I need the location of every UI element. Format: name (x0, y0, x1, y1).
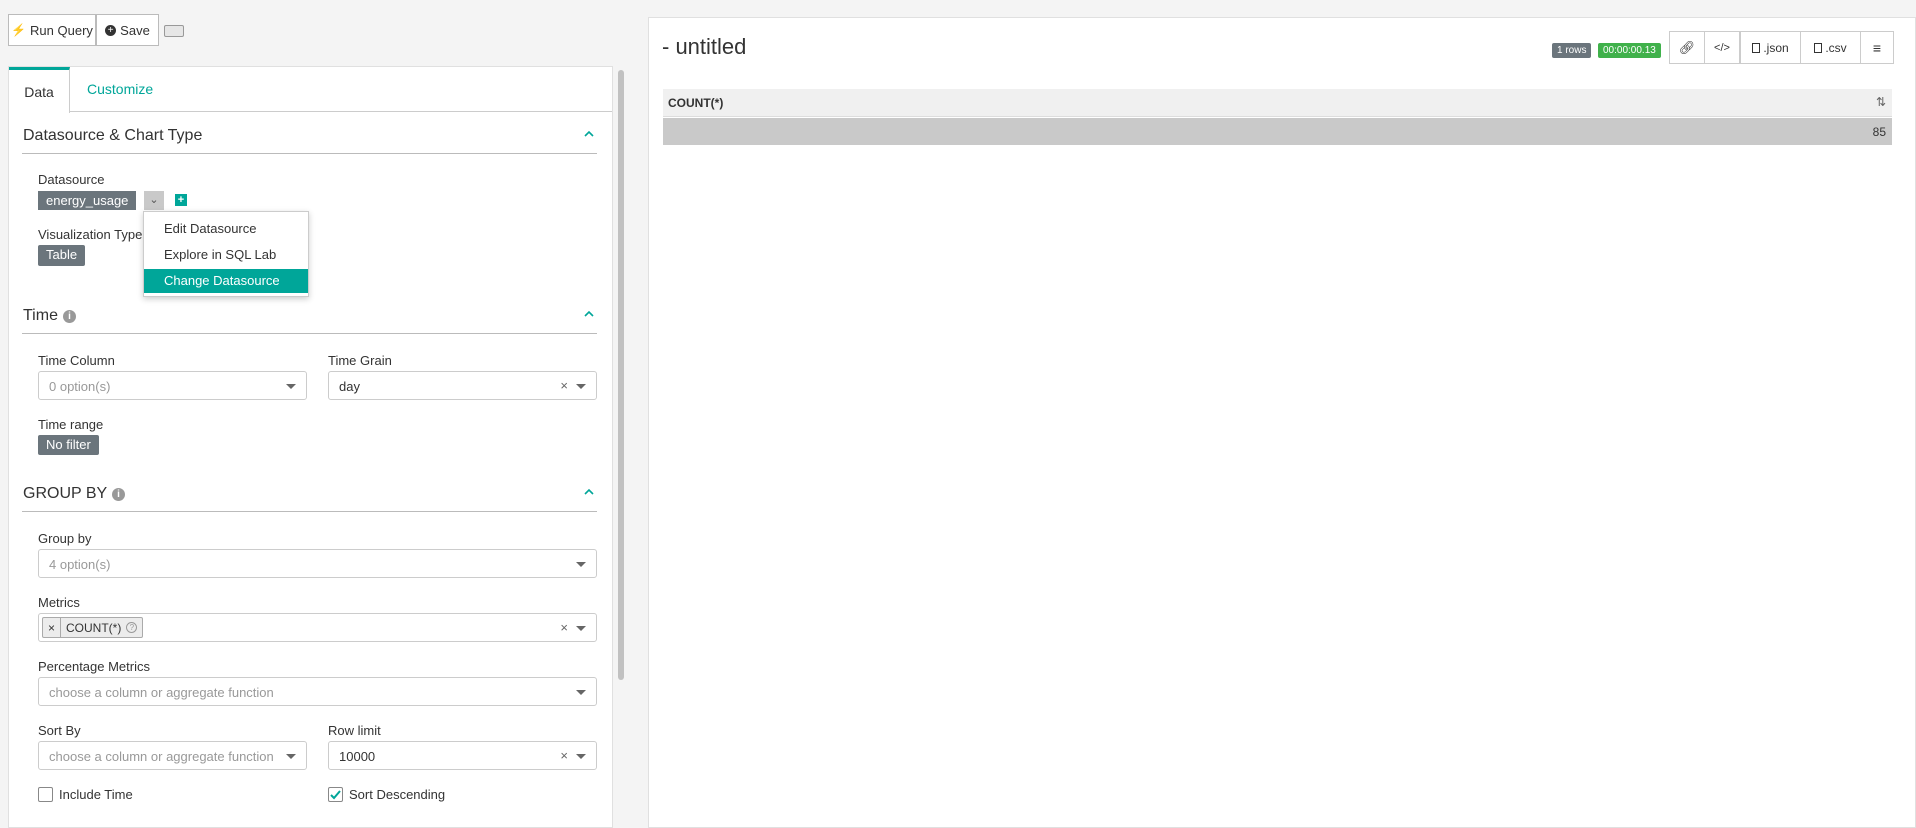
more-menu-button[interactable]: ≡ (1860, 31, 1894, 64)
group-by-label: Group by (38, 531, 92, 546)
csv-button[interactable]: .csv (1800, 31, 1861, 64)
time-range-chip[interactable]: No filter (38, 435, 99, 455)
link-icon: 🔗︎ (1678, 39, 1696, 55)
chart-title[interactable]: - untitled (662, 34, 746, 60)
link-button[interactable]: 🔗︎ (1669, 31, 1705, 64)
clear-icon[interactable]: × (560, 620, 568, 635)
percentage-metrics-placeholder: choose a column or aggregate function (49, 685, 274, 700)
caret-down-icon (286, 754, 296, 759)
sort-by-select[interactable]: choose a column or aggregate function (38, 741, 307, 770)
metric-tag[interactable]: × COUNT(*) ? (42, 617, 144, 638)
clear-icon[interactable]: × (560, 378, 568, 393)
section-divider (22, 153, 597, 154)
sort-descending-checkbox[interactable] (328, 787, 343, 802)
row-limit-label: Row limit (328, 723, 381, 738)
sort-descending-label: Sort Descending (349, 787, 446, 802)
percentage-metrics-label: Percentage Metrics (38, 659, 150, 674)
time-column-select[interactable]: 0 option(s) (38, 371, 307, 400)
run-query-label: Run Query (30, 22, 93, 38)
time-grain-select[interactable]: day × (328, 371, 597, 400)
time-range-label: Time range (38, 417, 104, 432)
section-divider (22, 333, 597, 334)
chevron-down-icon: ⌄ (149, 194, 159, 206)
clear-icon[interactable]: × (560, 748, 568, 763)
caret-down-icon (576, 384, 586, 389)
table-row[interactable]: 85 (663, 118, 1892, 145)
time-grain-value: day (339, 379, 360, 394)
hamburger-icon: ≡ (1872, 39, 1882, 56)
datasource-menu-toggle[interactable]: ⌄ (144, 191, 164, 210)
csv-label: .csv (1825, 40, 1847, 55)
section-title-datasource: Datasource & Chart Type (23, 127, 203, 144)
embed-button[interactable]: </> (1704, 31, 1740, 64)
plus-circle-icon: + (105, 24, 117, 36)
chevron-up-icon[interactable] (584, 487, 594, 497)
check-icon (330, 790, 341, 800)
chevron-up-icon[interactable] (584, 309, 594, 319)
viz-type-chip[interactable]: Table (38, 245, 86, 266)
save-button[interactable]: + Save (96, 14, 159, 46)
percentage-metrics-select[interactable]: choose a column or aggregate function (38, 677, 597, 706)
include-time-label: Include Time (59, 787, 133, 802)
file-icon (1814, 42, 1823, 53)
question-icon[interactable]: ? (126, 622, 138, 633)
caret-down-icon (576, 626, 586, 631)
datasource-menu: Edit Datasource Explore in SQL Lab Chang… (143, 211, 309, 297)
code-icon: </> (1714, 41, 1730, 54)
metrics-label: Metrics (38, 595, 80, 610)
query-time-badge: 00:00:00.13 (1598, 43, 1661, 58)
time-grain-label: Time Grain (328, 353, 392, 368)
table-cell: 85 (1872, 125, 1886, 139)
sort-by-label: Sort By (38, 723, 81, 738)
info-icon[interactable]: i (112, 488, 125, 501)
remove-metric-icon[interactable]: × (43, 618, 62, 637)
row-limit-select[interactable]: 10000 × (328, 741, 597, 770)
time-column-placeholder: 0 option(s) (49, 379, 111, 394)
control-tabs: Data Customize (9, 67, 612, 113)
row-count-badge: 1 rows (1552, 43, 1592, 58)
file-icon (1752, 42, 1761, 53)
column-header-count[interactable]: COUNT(*) (668, 96, 723, 110)
tab-data[interactable]: Data (9, 67, 70, 113)
datasource-label: Datasource (38, 172, 105, 187)
chevron-up-icon[interactable] (584, 129, 594, 139)
metric-tag-label: COUNT(*) (66, 620, 122, 635)
run-query-button[interactable]: ⚡ Run Query (8, 14, 96, 46)
sort-by-placeholder: choose a column or aggregate function (49, 749, 274, 764)
group-by-placeholder: 4 option(s) (49, 557, 111, 572)
keyboard-icon[interactable] (164, 25, 184, 37)
time-column-label: Time Column (38, 353, 115, 368)
caret-down-icon (286, 384, 296, 389)
section-divider (22, 511, 597, 512)
caret-down-icon (576, 562, 586, 567)
caret-down-icon (576, 690, 586, 695)
panel-scrollbar[interactable] (618, 70, 624, 680)
menu-item-edit-datasource[interactable]: Edit Datasource (144, 217, 308, 241)
info-icon[interactable]: i (63, 310, 76, 323)
include-time-checkbox[interactable] (38, 787, 53, 802)
tab-customize[interactable]: Customize (87, 81, 153, 97)
table-header: COUNT(*) ⇅ (663, 89, 1892, 117)
add-datasource-icon[interactable]: + (175, 194, 187, 206)
group-by-select[interactable]: 4 option(s) (38, 549, 597, 578)
metrics-select[interactable]: × COUNT(*) ? × (38, 613, 597, 642)
save-label: Save (120, 22, 150, 38)
viz-type-label: Visualization Type (38, 227, 143, 242)
datasource-chip[interactable]: energy_usage (38, 191, 137, 210)
row-limit-value: 10000 (339, 749, 376, 764)
section-title-groupby: GROUP BY (23, 485, 108, 502)
sort-icon[interactable]: ⇅ (1876, 95, 1886, 109)
menu-item-change-datasource[interactable]: Change Datasource (144, 269, 308, 293)
json-button[interactable]: .json (1740, 31, 1801, 64)
caret-down-icon (576, 754, 586, 759)
menu-item-explore-sql-lab[interactable]: Explore in SQL Lab (144, 243, 308, 267)
bolt-icon: ⚡ (11, 23, 27, 37)
json-label: .json (1763, 40, 1789, 55)
section-title-time: Time (23, 307, 58, 324)
